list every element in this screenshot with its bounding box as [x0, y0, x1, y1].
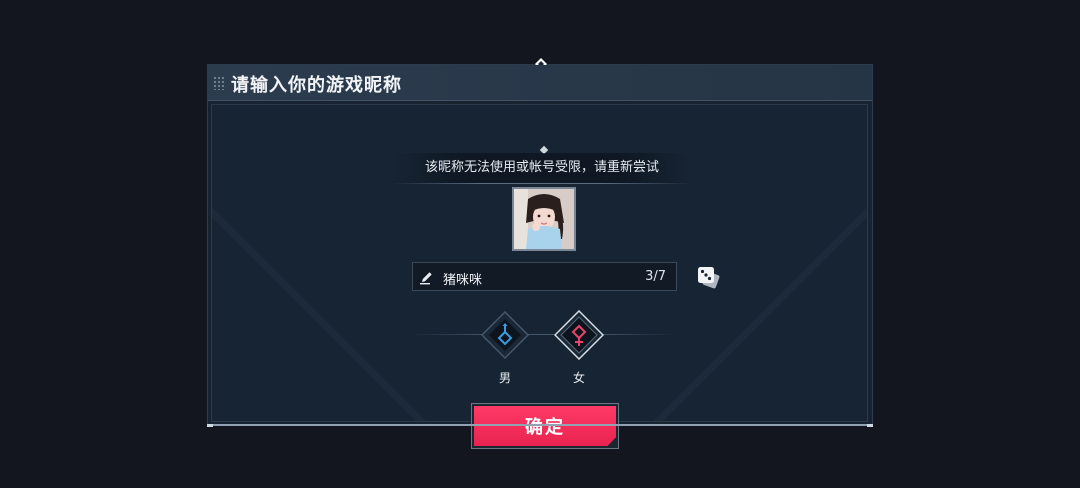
corner-mark-right	[867, 424, 873, 427]
female-label: 女	[572, 371, 585, 385]
pencil-icon	[420, 272, 432, 285]
confirm-label: 确定	[474, 406, 616, 446]
gender-divider	[412, 334, 674, 335]
male-symbol-icon	[480, 310, 530, 360]
female-option[interactable]	[554, 310, 604, 360]
dialog-bottom-edge	[207, 424, 873, 426]
avatar[interactable]	[512, 187, 576, 251]
female-symbol-icon	[554, 310, 604, 360]
confirm-button[interactable]: 确定	[471, 403, 619, 449]
dice-icon[interactable]	[695, 264, 723, 290]
dialog-content: 该昵称无法使用或帐号受限，请重新尝试 猪咪咪 3/7 男 女 确定	[211, 104, 868, 449]
nickname-dialog: 请输入你的游戏昵称 该昵称无法使用或帐号受限，请重新尝试 猪咪咪 3/7 男 女…	[207, 58, 873, 449]
male-label: 男	[498, 371, 511, 385]
corner-mark-left	[207, 424, 213, 427]
warning-divider	[392, 183, 692, 184]
nickname-value: 猪咪咪	[443, 273, 483, 288]
nickname-input[interactable]: 猪咪咪 3/7	[412, 262, 677, 291]
dialog-title-bar: 请输入你的游戏昵称	[208, 65, 872, 101]
male-option[interactable]	[480, 310, 530, 360]
drag-grip-icon	[213, 76, 225, 90]
character-count: 3/7	[645, 269, 666, 284]
dialog-title: 请输入你的游戏昵称	[231, 75, 402, 96]
warning-message: 该昵称无法使用或帐号受限，请重新尝试	[392, 153, 692, 183]
avatar-image	[514, 189, 574, 249]
